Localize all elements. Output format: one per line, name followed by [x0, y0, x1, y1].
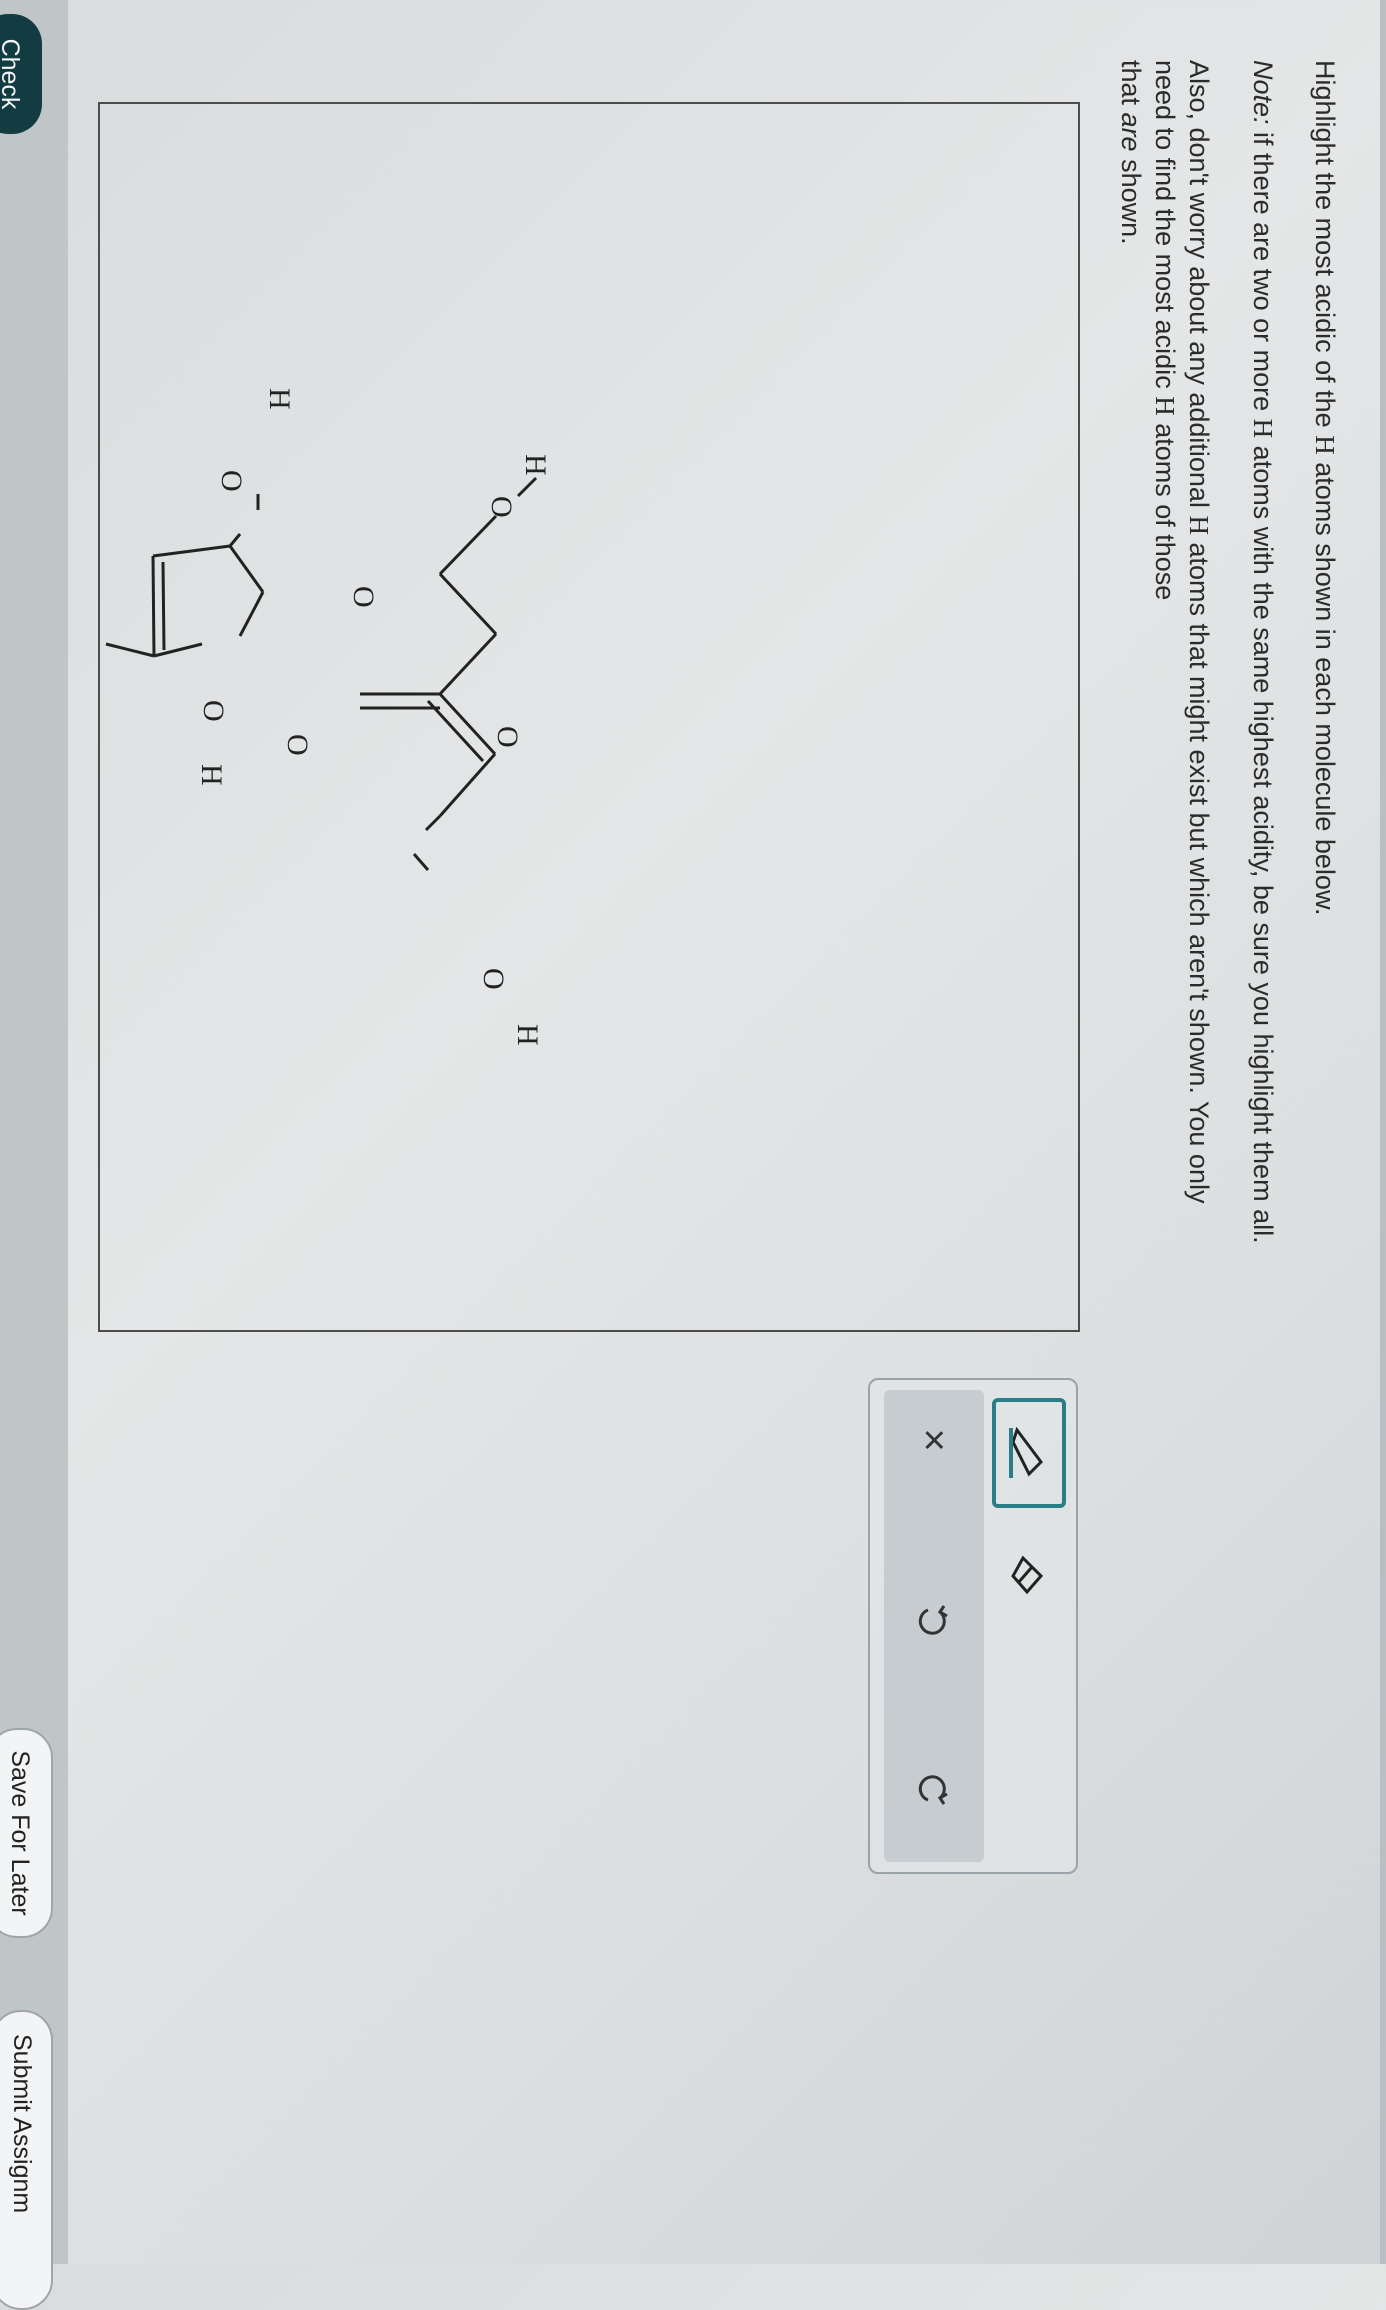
submit-assignment-button[interactable]: Submit Assignm: [0, 2010, 53, 2310]
top-edge-strip: [1380, 0, 1386, 2264]
mol2-h-bottom[interactable]: H: [194, 764, 228, 786]
redo-icon[interactable]: [906, 1760, 962, 1820]
check-button[interactable]: Check: [0, 14, 42, 134]
rotated-stage: Highlight the most acidic of the H atoms…: [0, 0, 1386, 2310]
highlighter-pencil-icon[interactable]: [992, 1398, 1066, 1508]
mol2-o-carbonyl: O: [281, 734, 314, 756]
close-x-icon[interactable]: ×: [906, 1410, 962, 1470]
molecule-drawing: [105, 476, 538, 871]
action-bar: ×: [884, 1390, 984, 1862]
mol2-o-bottom: O: [197, 700, 230, 722]
mol1-h-left[interactable]: H: [518, 454, 552, 476]
mol2-h-left[interactable]: H: [262, 388, 296, 410]
question-line-1: Highlight the most acidic of the H atoms…: [1310, 60, 1340, 916]
mol1-o-left: O: [485, 496, 518, 518]
mol2-o-left: O: [215, 470, 248, 492]
redo-glyph: [918, 1775, 948, 1805]
undo-glyph: [918, 1605, 948, 1635]
mol1-o-carbonyl: O: [491, 726, 524, 748]
mol1-h-enol[interactable]: H: [510, 1024, 544, 1046]
save-for-later-button[interactable]: Save For Later: [0, 1728, 53, 1938]
pencil-glyph: [1009, 1426, 1043, 1478]
eraser-icon[interactable]: [992, 1530, 1066, 1620]
undo-icon[interactable]: [906, 1590, 962, 1650]
question-also: Also, don't worry about any additional H…: [1116, 60, 1214, 1204]
mol1-o-enol: O: [477, 968, 510, 990]
molecule-canvas[interactable]: [98, 102, 1080, 1332]
question-note: Note: if there are two or more H atoms w…: [1248, 60, 1278, 1244]
eraser-glyph: [1011, 1555, 1044, 1595]
drawing-toolbar: ×: [868, 1378, 1078, 1874]
mol2-o-ring: O: [347, 586, 380, 608]
